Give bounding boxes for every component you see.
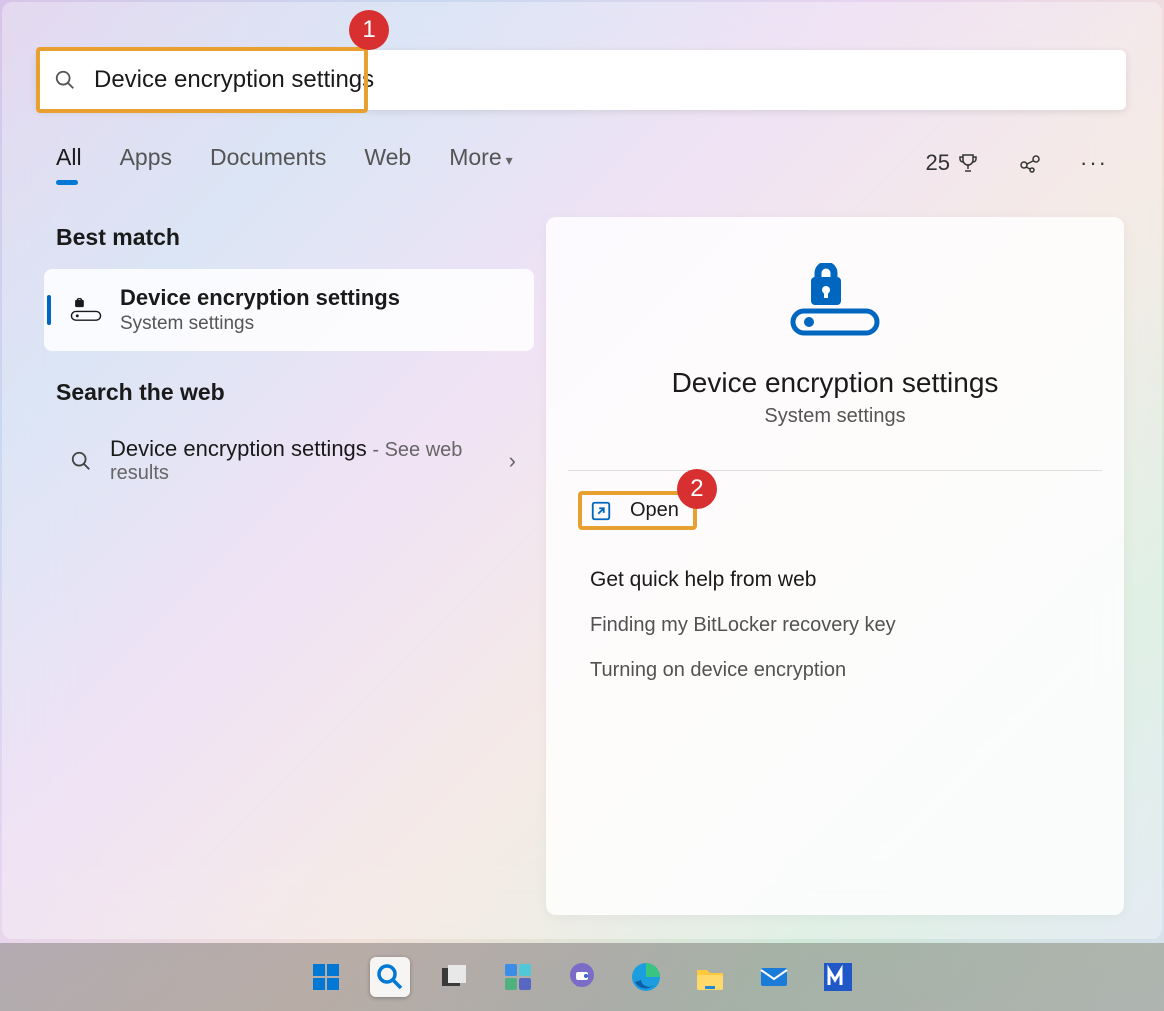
- best-match-result[interactable]: Device encryption settings System settin…: [44, 269, 534, 351]
- taskbar-search-button[interactable]: [370, 957, 410, 997]
- taskbar-taskview-button[interactable]: [434, 957, 474, 997]
- open-button-container: Open 2: [578, 491, 697, 530]
- annotation-callout-1: 1: [349, 10, 389, 50]
- start-search-panel: Device encryption settings 1 All Apps Do…: [2, 2, 1162, 939]
- detail-subtitle: System settings: [546, 405, 1124, 428]
- chevron-right-icon: ›: [509, 448, 516, 474]
- taskbar: [0, 943, 1164, 1011]
- folder-icon: [695, 962, 725, 992]
- search-bar-container: Device encryption settings: [36, 50, 1126, 110]
- filter-tabs: All Apps Documents Web More ▾ 25 ···: [56, 144, 1108, 181]
- more-options-button[interactable]: ···: [1080, 150, 1108, 176]
- quick-link-encryption[interactable]: Turning on device encryption: [590, 659, 1124, 682]
- taskbar-explorer-button[interactable]: [690, 957, 730, 997]
- web-search-result[interactable]: Device encryption settings - See web res…: [44, 424, 534, 497]
- external-link-icon: [590, 500, 612, 522]
- chat-icon: [567, 962, 597, 992]
- quick-help-heading: Get quick help from web: [590, 568, 1124, 592]
- chevron-down-icon: ▾: [506, 152, 513, 168]
- encryption-device-large-icon: [785, 263, 885, 337]
- tab-more-label: More: [449, 144, 501, 170]
- best-match-title: Device encryption settings: [120, 285, 400, 311]
- detail-title: Device encryption settings: [546, 367, 1124, 399]
- encryption-device-icon: [70, 298, 102, 322]
- edge-icon: [631, 962, 661, 992]
- best-match-text: Device encryption settings System settin…: [120, 285, 400, 335]
- annotation-callout-2: 2: [677, 469, 717, 509]
- tab-apps[interactable]: Apps: [120, 144, 172, 181]
- widgets-icon: [503, 962, 533, 992]
- search-icon: [375, 962, 405, 992]
- open-button-label: Open: [630, 499, 679, 522]
- web-result-title: Device encryption settings: [110, 436, 367, 461]
- taskbar-chat-button[interactable]: [562, 957, 602, 997]
- mail-icon: [759, 962, 789, 992]
- nodes-icon: [1018, 151, 1042, 175]
- connect-button[interactable]: [1018, 151, 1042, 175]
- tab-web[interactable]: Web: [364, 144, 411, 181]
- rewards-count-text: 25: [926, 150, 950, 176]
- task-view-icon: [439, 962, 469, 992]
- results-column: Best match Device encryption settings Sy…: [44, 224, 534, 497]
- search-input[interactable]: Device encryption settings: [36, 50, 1126, 110]
- rewards-counter[interactable]: 25: [926, 150, 980, 176]
- detail-panel: Device encryption settings System settin…: [546, 217, 1124, 915]
- search-query-text: Device encryption settings: [94, 66, 374, 94]
- ellipsis-icon: ···: [1080, 150, 1108, 176]
- windows-logo-icon: [311, 962, 341, 992]
- taskbar-edge-button[interactable]: [626, 957, 666, 997]
- taskbar-start-button[interactable]: [306, 957, 346, 997]
- search-icon: [54, 69, 76, 91]
- app-m-icon: [823, 962, 853, 992]
- tab-more[interactable]: More ▾: [449, 144, 512, 181]
- section-best-match: Best match: [56, 224, 534, 251]
- best-match-subtitle: System settings: [120, 313, 400, 335]
- taskbar-app-button[interactable]: [818, 957, 858, 997]
- web-result-text: Device encryption settings - See web res…: [110, 436, 491, 485]
- taskbar-mail-button[interactable]: [754, 957, 794, 997]
- tab-all[interactable]: All: [56, 144, 82, 181]
- divider: [568, 470, 1102, 471]
- search-icon: [70, 450, 92, 472]
- taskbar-widgets-button[interactable]: [498, 957, 538, 997]
- trophy-icon: [956, 151, 980, 175]
- quick-link-bitlocker[interactable]: Finding my BitLocker recovery key: [590, 614, 1124, 637]
- section-search-web: Search the web: [56, 379, 534, 406]
- tab-documents[interactable]: Documents: [210, 144, 326, 181]
